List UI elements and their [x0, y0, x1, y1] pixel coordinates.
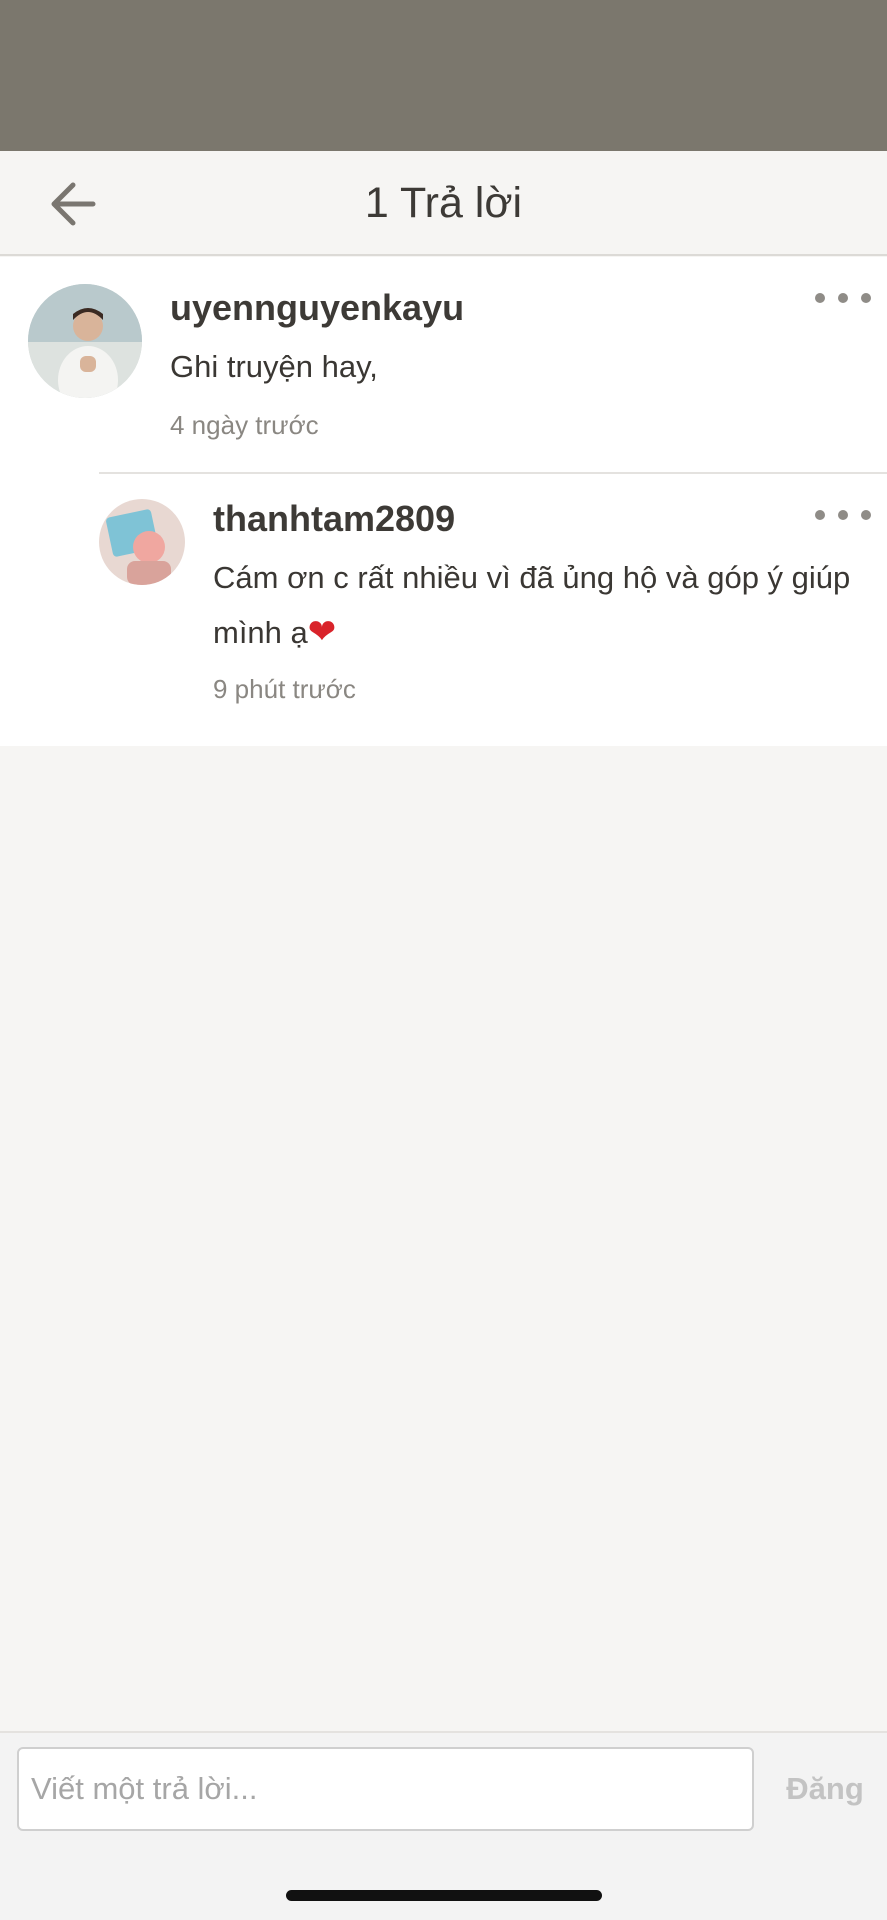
comment-username[interactable]: uyennguyenkayu — [170, 287, 464, 329]
comment-thread: uyennguyenkayu Ghi truyện hay, 4 ngày tr… — [0, 257, 887, 746]
dot-icon — [838, 510, 848, 520]
dot-icon — [815, 510, 825, 520]
avatar[interactable] — [99, 499, 185, 585]
comment-timestamp: 4 ngày trước — [170, 410, 319, 440]
more-options-button[interactable] — [815, 283, 871, 313]
home-indicator — [286, 1890, 602, 1901]
compose-bar: Đăng — [0, 1731, 887, 1920]
comment-item: uyennguyenkayu Ghi truyện hay, 4 ngày tr… — [0, 257, 887, 472]
comment-text: Ghi truyện hay, — [170, 349, 378, 384]
reply-text-container: Cám ơn c rất nhiều vì đã ủng hộ và góp ý… — [213, 550, 853, 660]
post-button[interactable]: Đăng — [770, 1747, 880, 1831]
reply-timestamp: 9 phút trước — [213, 674, 356, 704]
avatar[interactable] — [28, 284, 142, 398]
reply-input[interactable] — [17, 1747, 754, 1831]
dot-icon — [838, 293, 848, 303]
heart-emoji-icon: ❤ — [307, 612, 337, 652]
back-button[interactable] — [40, 173, 106, 235]
header: 1 Trả lời — [0, 151, 887, 256]
dot-icon — [815, 293, 825, 303]
dot-icon — [861, 510, 871, 520]
dot-icon — [861, 293, 871, 303]
status-bar — [0, 0, 887, 151]
arrow-left-icon — [51, 182, 96, 226]
reply-username[interactable]: thanhtam2809 — [213, 498, 455, 540]
page-title: 1 Trả lời — [364, 179, 523, 227]
more-options-button[interactable] — [815, 500, 871, 530]
reply-item: thanhtam2809 Cám ơn c rất nhiều vì đã ủn… — [0, 474, 887, 746]
